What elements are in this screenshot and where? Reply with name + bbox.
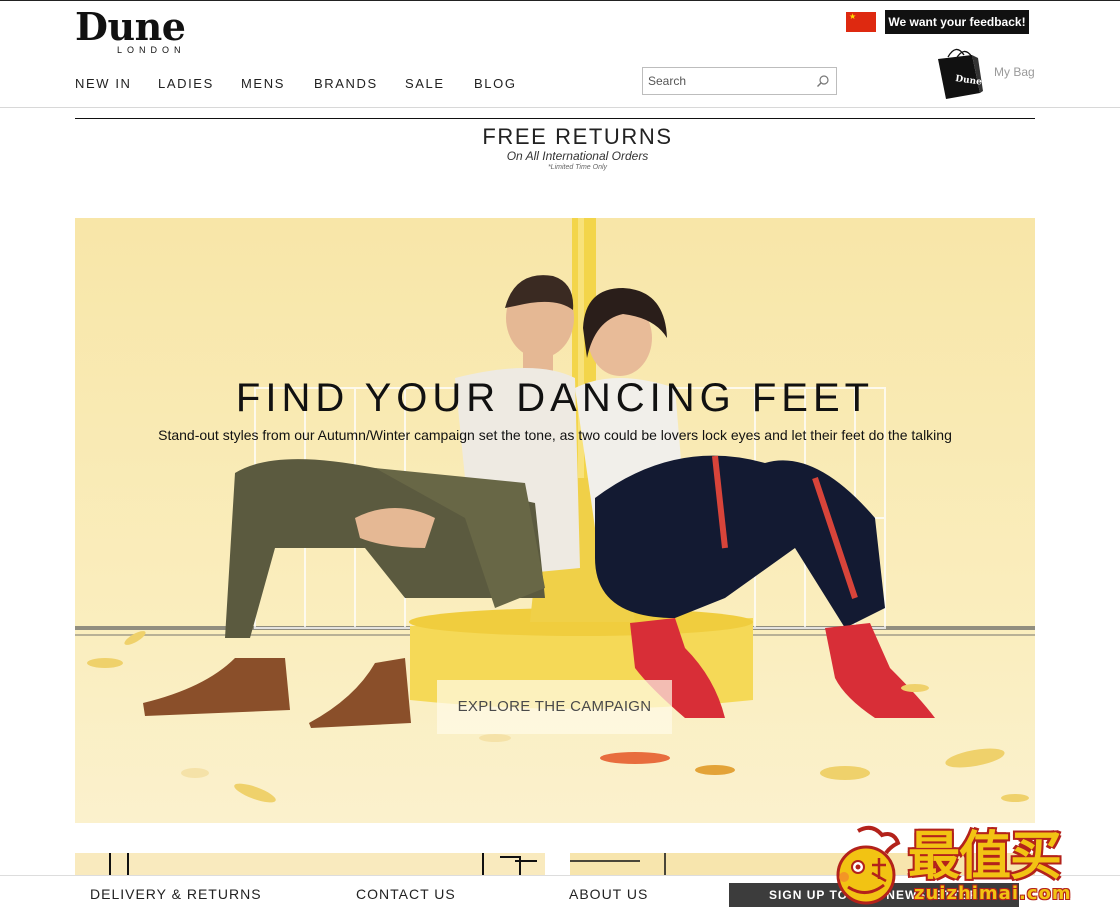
- promo-subtitle: On All International Orders: [506, 149, 649, 163]
- logo-subtitle: LONDON: [117, 45, 186, 55]
- top-border: [0, 0, 1120, 1]
- nav-item-brands[interactable]: BRANDS: [314, 76, 378, 91]
- footer-link-delivery-returns[interactable]: DELIVERY & RETURNS: [90, 886, 262, 902]
- china-flag-icon[interactable]: ★: [846, 12, 876, 32]
- zuizhimai-watermark: 最值买 zuizhimai.com: [828, 825, 1120, 911]
- search-icon[interactable]: [816, 74, 830, 88]
- mascot-icon: [836, 825, 901, 905]
- promo-note: *Limited Time Only: [547, 164, 608, 171]
- nav-item-sale[interactable]: SALE: [405, 76, 445, 91]
- promo-divider: [75, 118, 1035, 119]
- promo-tile-left[interactable]: [75, 853, 545, 875]
- promo-tile-left-image: [75, 853, 545, 875]
- hero-title: FIND YOUR DANCING FEET: [235, 376, 875, 420]
- my-bag-link[interactable]: My Bag: [994, 65, 1035, 79]
- nav-item-mens[interactable]: MENS: [241, 76, 285, 91]
- search-box: [642, 67, 837, 95]
- header-divider: [0, 107, 1120, 108]
- footer-link-contact-us[interactable]: CONTACT US: [356, 886, 456, 902]
- watermark-cn-text: 最值买: [908, 827, 1062, 887]
- footer-link-about-us[interactable]: ABOUT US: [569, 886, 648, 902]
- search-input[interactable]: [643, 68, 818, 94]
- nav-item-blog[interactable]: BLOG: [474, 76, 517, 91]
- logo-wordmark: Dune: [75, 4, 186, 49]
- dune-london-logo[interactable]: Dune LONDON: [75, 8, 230, 58]
- free-returns-banner[interactable]: FREE RETURNS On All International Orders…: [75, 124, 1080, 174]
- nav-item-ladies[interactable]: LADIES: [158, 76, 214, 91]
- shopping-bag-icon[interactable]: Dune: [934, 45, 984, 101]
- nav-item-new-in[interactable]: NEW IN: [75, 76, 132, 91]
- watermark-en-text: zuizhimai.com: [914, 883, 1072, 904]
- hero-banner[interactable]: FIND YOUR DANCING FEET Stand-out styles …: [75, 218, 1035, 823]
- promo-title: FREE RETURNS: [482, 124, 673, 149]
- feedback-button[interactable]: We want your feedback!: [885, 10, 1029, 34]
- flag-star: ★: [849, 12, 857, 21]
- explore-campaign-button[interactable]: EXPLORE THE CAMPAIGN: [437, 680, 672, 734]
- hero-subtitle: Stand-out styles from our Autumn/Winter …: [158, 427, 952, 443]
